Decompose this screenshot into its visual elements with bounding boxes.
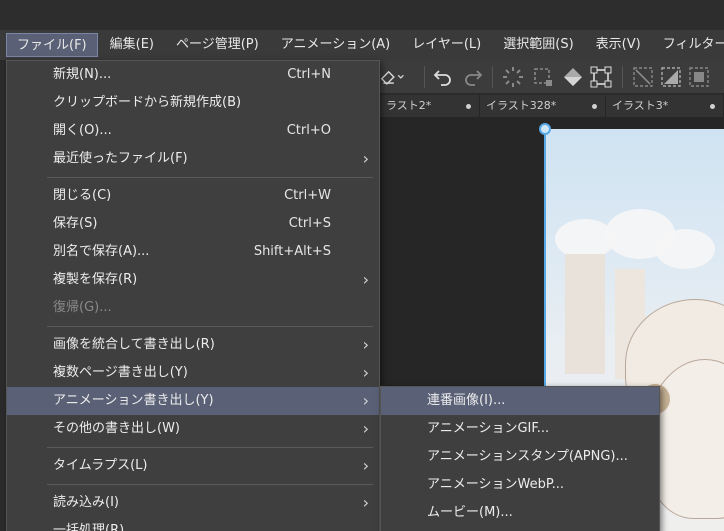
menu-item-label: クリップボードから新規作成(B) — [53, 95, 242, 110]
fill-selection-icon[interactable] — [658, 64, 684, 90]
file-menu: 新規(N)... Ctrl+N クリップボードから新規作成(B) 開く(O)... Ct… — [6, 60, 380, 531]
chevron-right-icon: › — [362, 456, 369, 475]
menu-item-label: 最近使ったファイル(F) — [53, 151, 188, 166]
menu-animation[interactable]: アニメーション(A) — [271, 33, 401, 57]
chevron-right-icon: › — [362, 363, 369, 382]
menu-item[interactable]: その他の書き出し(W) › — [7, 415, 379, 443]
submenu-item-label: ムービー(M)... — [427, 505, 513, 520]
menu-separator — [47, 447, 373, 448]
crop-icon[interactable] — [686, 64, 712, 90]
shortcut-label: Ctrl+O — [286, 123, 331, 138]
menu-selection[interactable]: 選択範囲(S) — [493, 33, 583, 57]
menu-page-management[interactable]: ページ管理(P) — [166, 33, 269, 57]
menu-item[interactable]: 複製を保存(R) › — [7, 266, 379, 294]
submenu-item[interactable]: 連番画像(I)... — [381, 387, 659, 415]
menu-edit[interactable]: 編集(E) — [100, 33, 164, 57]
clear-icon[interactable] — [630, 64, 656, 90]
menu-item[interactable]: 一括処理(R)... — [7, 517, 379, 531]
menu-item[interactable]: 複数ページ書き出し(Y) › — [7, 359, 379, 387]
tab-document[interactable]: イラスト328* — [480, 95, 606, 117]
menu-item-label: 開く(O)... — [53, 123, 112, 138]
submenu-item[interactable]: アニメーションGIF... — [381, 415, 659, 443]
title-bar — [0, 0, 724, 30]
animation-export-submenu: 連番画像(I)... アニメーションGIF... アニメーションスタンプ(APNG)… — [380, 386, 660, 531]
select-rect-icon[interactable] — [530, 64, 556, 90]
fill-icon[interactable] — [560, 64, 586, 90]
menu-item-label: 保存(S) — [53, 216, 98, 231]
menu-bar: ファイル(F) 編集(E) ページ管理(P) アニメーション(A) レイヤー(L… — [0, 30, 724, 60]
menu-item[interactable]: 別名で保存(A)... Shift+Alt+S — [7, 238, 379, 266]
menu-item[interactable]: 開く(O)... Ctrl+O — [7, 117, 379, 145]
tab-label: イラスト3* — [612, 99, 669, 112]
menu-item: 復帰(G)... — [7, 294, 379, 322]
menu-item[interactable]: クリップボードから新規作成(B) — [7, 89, 379, 117]
submenu-item-label: アニメーションGIF... — [427, 421, 550, 436]
menu-item-label: 新規(N)... — [53, 67, 112, 82]
menu-item[interactable]: アニメーション書き出し(Y) › — [7, 387, 379, 415]
tab-close-icon[interactable] — [592, 104, 597, 109]
menu-item[interactable]: 読み込み(I) › — [7, 489, 379, 517]
submenu-item[interactable]: ムービー(M)... — [381, 499, 659, 527]
menu-filter[interactable]: フィルター — [653, 33, 724, 57]
chevron-right-icon: › — [362, 419, 369, 438]
loading-icon[interactable] — [500, 64, 526, 90]
chevron-right-icon: › — [362, 335, 369, 354]
menu-item-label: 読み込み(I) — [53, 495, 119, 510]
tab-document[interactable]: ラスト2* — [380, 95, 480, 117]
menu-item-label: 復帰(G)... — [53, 300, 112, 315]
menu-item[interactable]: タイムラプス(L) › — [7, 452, 379, 480]
chevron-right-icon: › — [362, 149, 369, 168]
undo-icon[interactable] — [430, 64, 456, 90]
menu-item[interactable]: 保存(S) Ctrl+S — [7, 210, 379, 238]
chevron-right-icon: › — [362, 391, 369, 410]
menu-item[interactable]: 画像を統合して書き出し(R) › — [7, 331, 379, 359]
submenu-item[interactable]: アニメーションWebP... — [381, 471, 659, 499]
menu-item[interactable]: 新規(N)... Ctrl+N — [7, 61, 379, 89]
menu-item-label: その他の書き出し(W) — [53, 421, 180, 436]
redo-icon[interactable] — [460, 64, 486, 90]
menu-item[interactable]: 閉じる(C) Ctrl+W — [7, 182, 379, 210]
tab-document[interactable]: イラスト3* — [606, 95, 724, 117]
chevron-right-icon: › — [362, 270, 369, 289]
menu-item-label: 別名で保存(A)... — [53, 244, 150, 259]
submenu-item[interactable]: アニメーションスタンプ(APNG)... — [381, 443, 659, 471]
menu-item-label: 一括処理(R)... — [53, 523, 137, 531]
transform-icon[interactable] — [588, 64, 614, 90]
menu-item-label: アニメーション書き出し(Y) — [53, 393, 214, 408]
tab-label: ラスト2* — [386, 99, 432, 112]
submenu-item-label: アニメーションスタンプ(APNG)... — [427, 449, 628, 464]
shortcut-label: Ctrl+N — [287, 67, 331, 82]
tab-label: イラスト328* — [486, 99, 557, 112]
submenu-item-label: 連番画像(I)... — [427, 393, 506, 408]
menu-item-label: 複製を保存(R) — [53, 272, 138, 287]
menu-item[interactable]: 最近使ったファイル(F) › — [7, 145, 379, 173]
menu-layer[interactable]: レイヤー(L) — [402, 33, 491, 57]
chevron-right-icon: › — [362, 493, 369, 512]
menu-separator — [47, 326, 373, 327]
tab-close-icon[interactable] — [466, 104, 471, 109]
menu-item-label: タイムラプス(L) — [53, 458, 148, 473]
menu-view[interactable]: 表示(V) — [586, 33, 651, 57]
menu-item-label: 閉じる(C) — [53, 188, 112, 203]
menu-item-label: 画像を統合して書き出し(R) — [53, 337, 215, 352]
menu-item-label: 複数ページ書き出し(Y) — [53, 365, 188, 380]
shortcut-label: Ctrl+S — [288, 216, 331, 231]
menu-file[interactable]: ファイル(F) — [6, 33, 98, 57]
document-tabs: ラスト2* イラスト328* イラスト3* — [380, 95, 724, 117]
transform-handle[interactable] — [539, 123, 551, 135]
fill-dropdown-icon[interactable] — [380, 64, 406, 90]
shortcut-label: Ctrl+W — [284, 188, 331, 203]
command-bar — [380, 60, 724, 94]
tab-close-icon[interactable] — [710, 104, 715, 109]
menu-separator — [47, 177, 373, 178]
menu-separator — [47, 484, 373, 485]
shortcut-label: Shift+Alt+S — [253, 244, 331, 259]
submenu-item-label: アニメーションWebP... — [427, 477, 565, 492]
